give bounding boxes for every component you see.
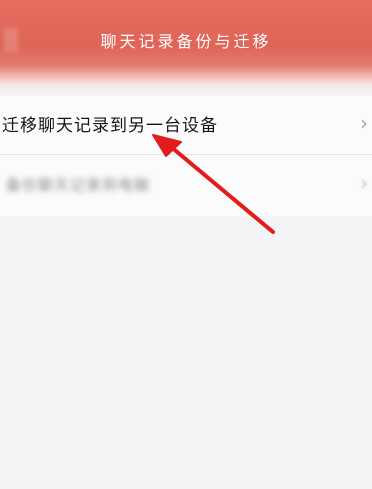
settings-list: 迁移聊天记录到另一台设备 › 备份聊天记录到电脑 › xyxy=(0,96,372,216)
header-fade xyxy=(0,84,372,94)
list-item-label: 迁移聊天记录到另一台设备 xyxy=(2,116,218,136)
migrate-chat-history-item[interactable]: 迁移聊天记录到另一台设备 › xyxy=(0,96,372,155)
page-title: 聊天记录备份与迁移 xyxy=(100,32,272,51)
divider xyxy=(0,154,372,155)
app-header: 聊天记录备份与迁移 xyxy=(0,0,372,84)
list-item-label: 备份聊天记录到电脑 xyxy=(6,176,151,194)
chevron-right-icon: › xyxy=(360,111,368,135)
backup-chat-history-item[interactable]: 备份聊天记录到电脑 › xyxy=(0,156,372,214)
chevron-right-icon: › xyxy=(360,171,368,195)
